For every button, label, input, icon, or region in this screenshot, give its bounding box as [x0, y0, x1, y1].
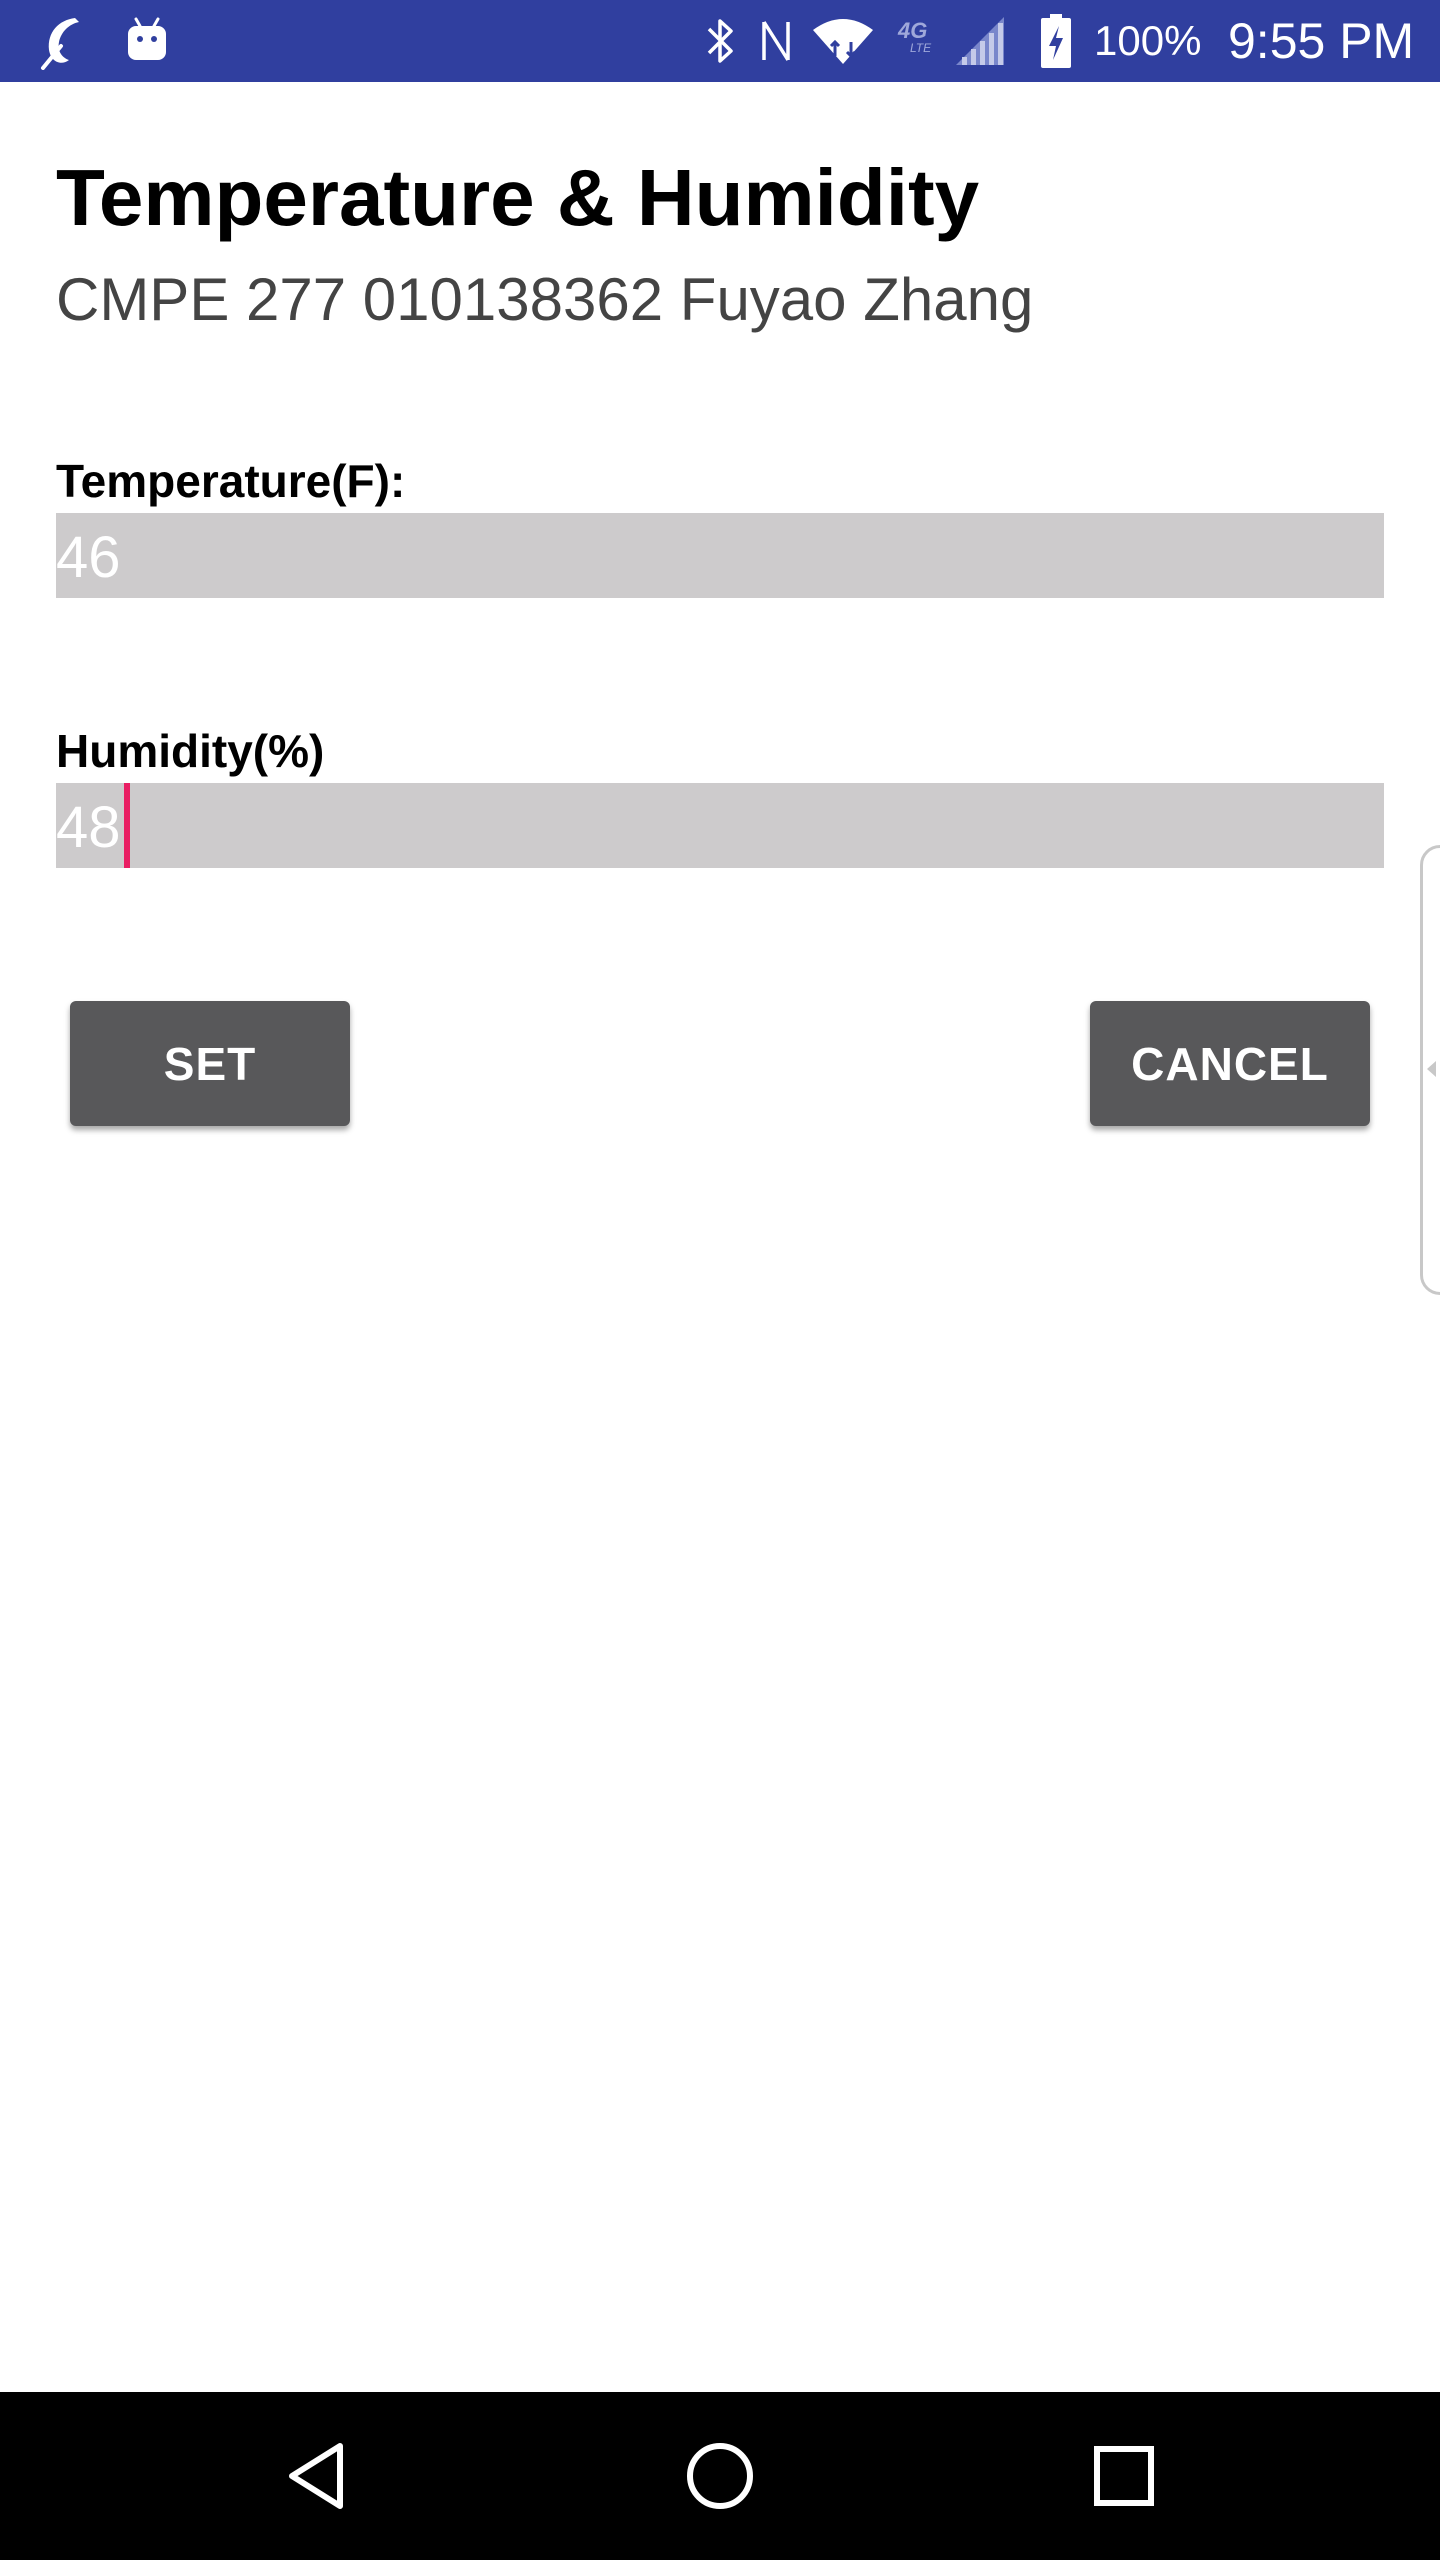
status-bar: 4G LTE 100% 9:55 PM: [0, 0, 1440, 82]
humidity-label: Humidity(%): [56, 725, 325, 777]
set-button[interactable]: SET: [70, 1001, 350, 1126]
app-notification-icon: [38, 0, 88, 82]
page-subtitle: CMPE 277 010138362 Fuyao Zhang: [56, 266, 1034, 333]
back-icon: [289, 2443, 343, 2509]
battery-icon: [1036, 0, 1076, 82]
svg-text:4G: 4G: [897, 18, 927, 43]
home-icon: [687, 2443, 753, 2509]
android-debug-icon: [122, 0, 172, 82]
temperature-input[interactable]: 46: [56, 513, 1384, 598]
recents-button[interactable]: [1044, 2392, 1204, 2560]
humidity-value: 48: [56, 795, 121, 860]
battery-percentage: 100%: [1094, 17, 1202, 64]
page-title: Temperature & Humidity: [56, 153, 980, 242]
humidity-input[interactable]: 48: [56, 783, 1384, 868]
chevron-left-icon: [1427, 1061, 1436, 1077]
clock: 9:55 PM: [1228, 13, 1415, 69]
lte-icon: 4G LTE: [896, 0, 940, 82]
text-cursor: [124, 783, 130, 868]
svg-text:LTE: LTE: [910, 41, 932, 55]
temperature-value: 46: [56, 525, 121, 590]
cell-signal-icon: [952, 0, 1008, 82]
back-button[interactable]: [236, 2392, 396, 2560]
recents-icon: [1094, 2446, 1154, 2506]
wifi-icon: [808, 0, 878, 82]
home-button[interactable]: [640, 2392, 800, 2560]
nfc-icon: [756, 0, 796, 82]
navigation-bar: [0, 2392, 1440, 2560]
edge-panel-handle[interactable]: [1420, 845, 1440, 1295]
cancel-button[interactable]: CANCEL: [1090, 1001, 1370, 1126]
bluetooth-icon: [700, 0, 740, 82]
temperature-label: Temperature(F):: [56, 455, 406, 507]
